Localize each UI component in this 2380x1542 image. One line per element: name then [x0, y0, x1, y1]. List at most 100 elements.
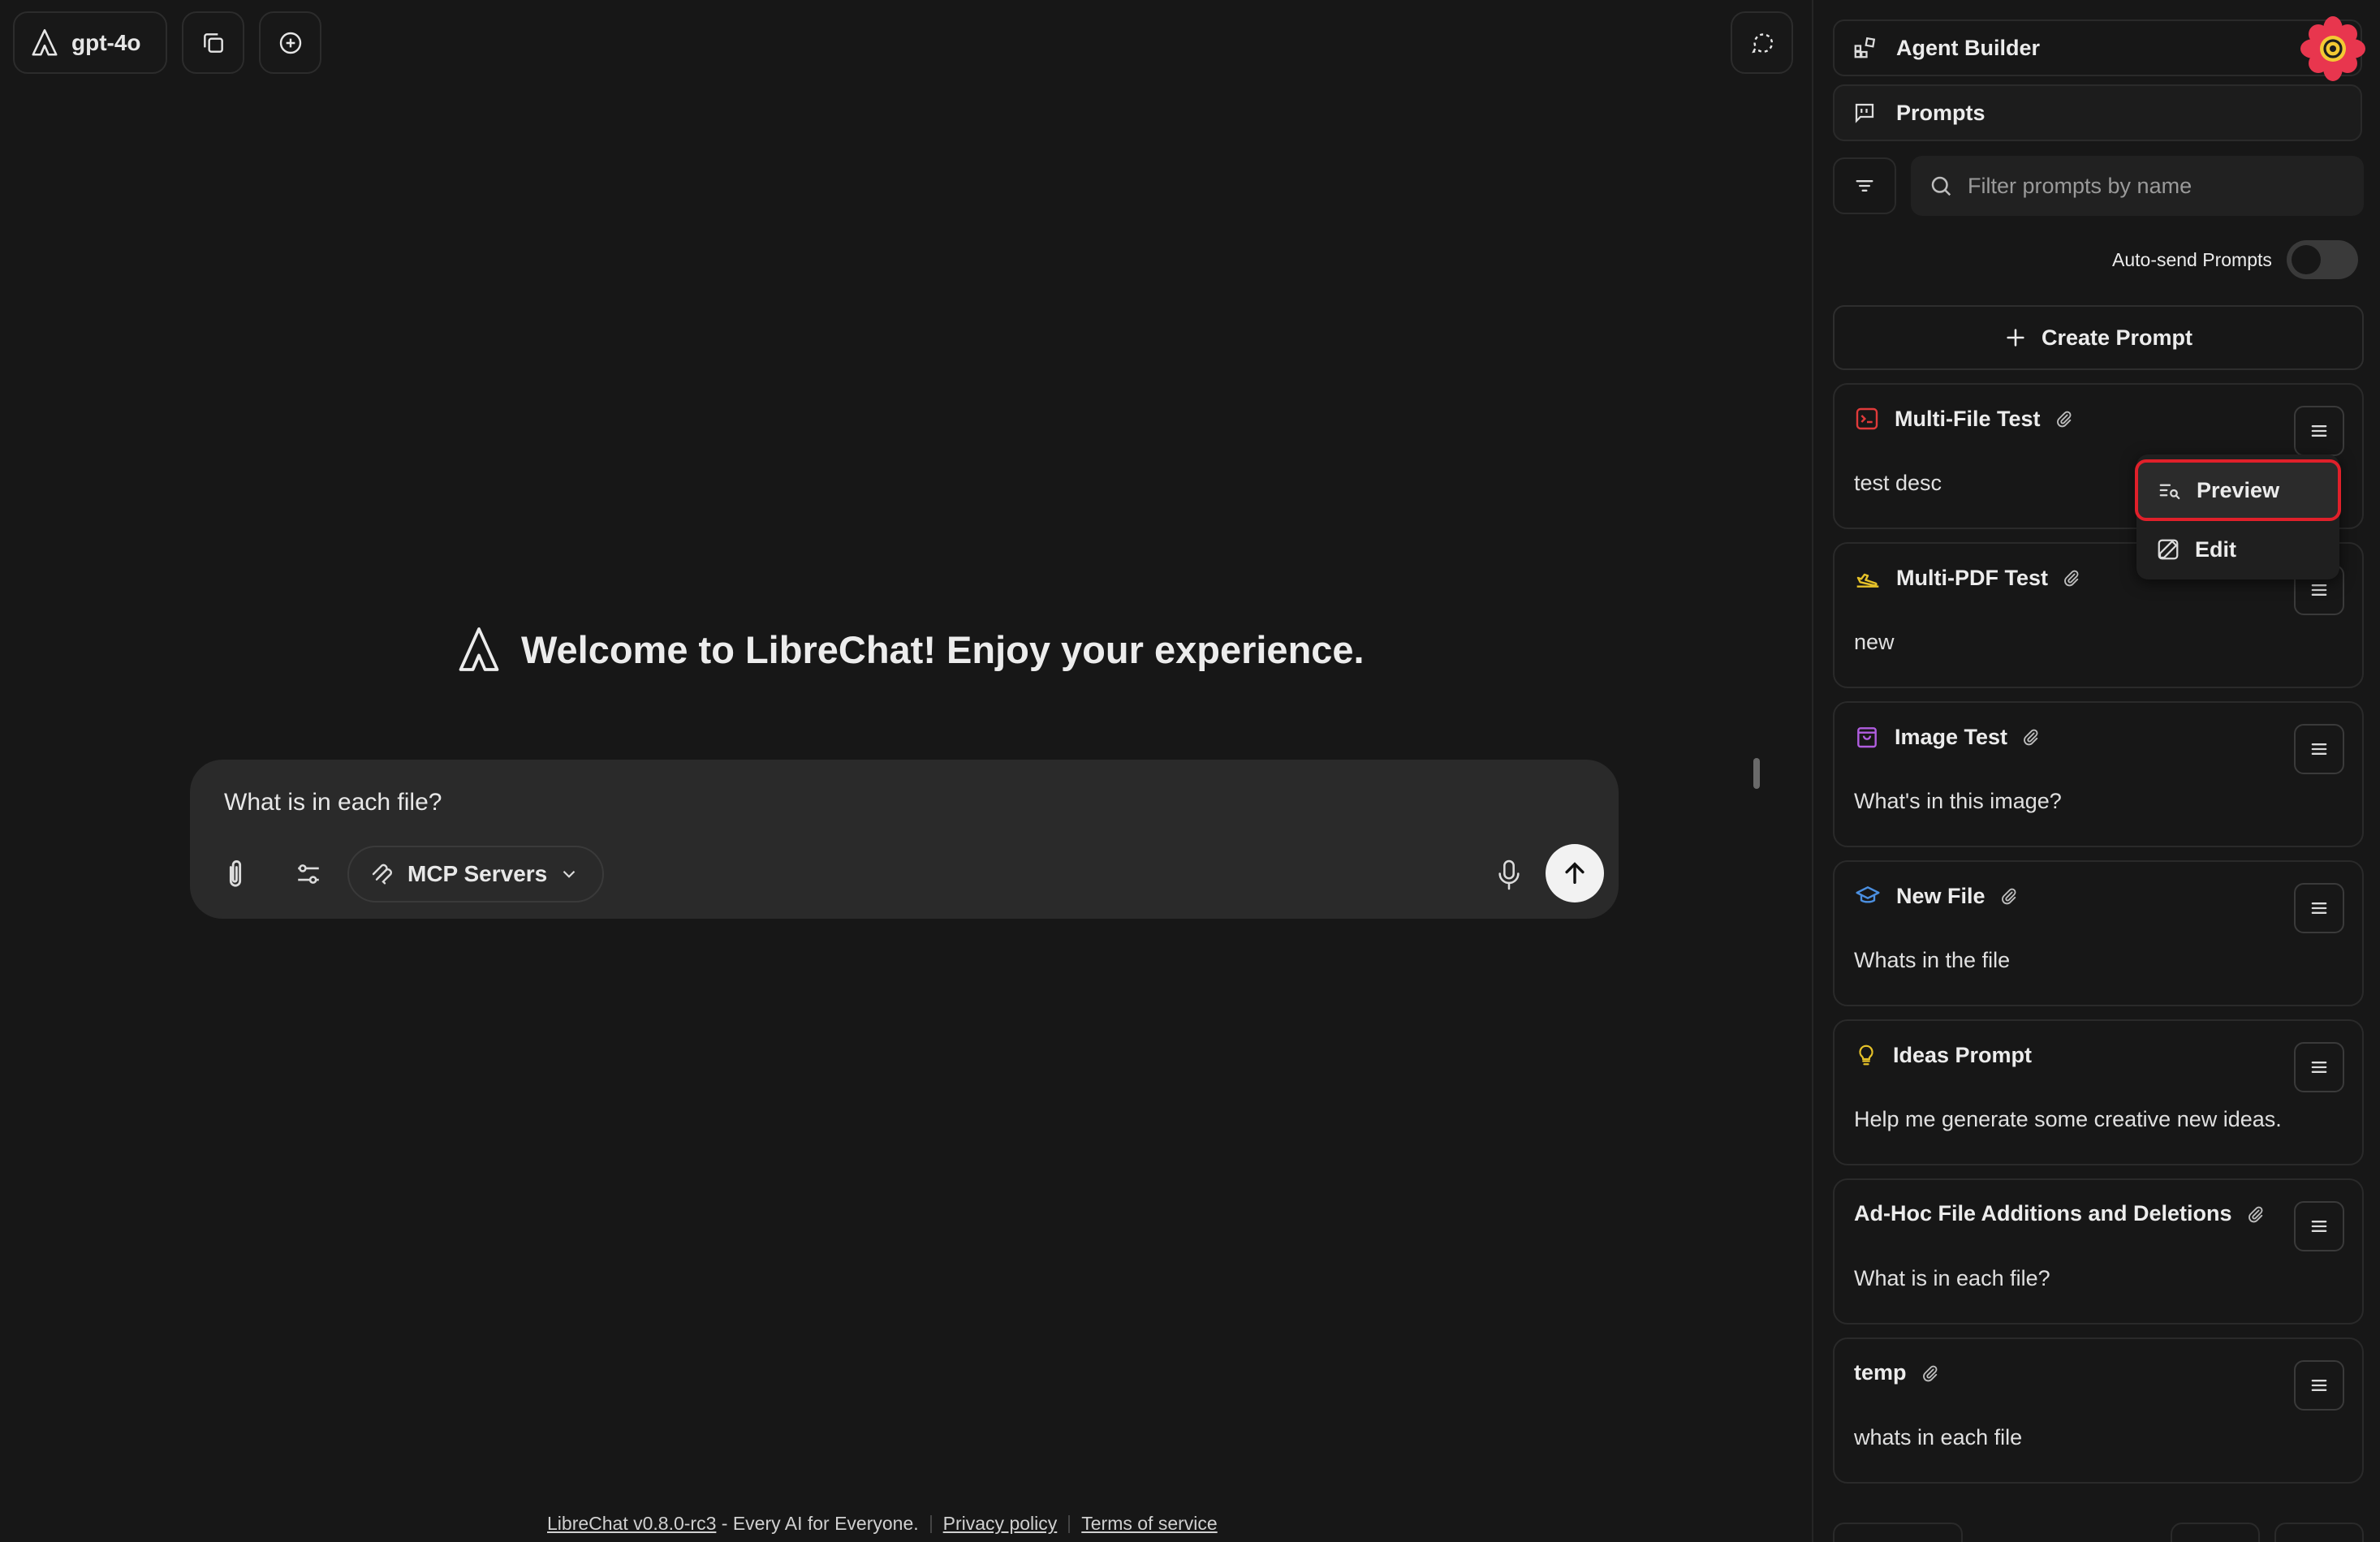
prompt-card[interactable]: Ad-Hoc File Additions and Deletions What …	[1833, 1178, 2364, 1324]
mcp-servers-dropdown[interactable]: MCP Servers	[347, 846, 604, 902]
side-panel: Agent Builder Prompts Auto-send Prompts …	[1812, 0, 2380, 1542]
nav-prompts[interactable]: Prompts	[1833, 84, 2362, 141]
edit-icon	[2156, 537, 2180, 562]
prompt-actions-menu: Preview Edit	[2135, 454, 2341, 579]
prompt-menu-button[interactable]	[2294, 724, 2344, 774]
temporary-chat-button[interactable]	[1731, 11, 1793, 74]
prompt-filter-input[interactable]	[1968, 173, 2341, 199]
top-bar: gpt-4o	[13, 11, 321, 74]
prompt-filter-field	[1911, 156, 2364, 216]
footer-divider	[1068, 1514, 1071, 1533]
copy-conversation-button[interactable]	[182, 11, 244, 74]
paperclip-icon	[2022, 727, 2040, 747]
prompt-menu-button[interactable]	[2294, 1360, 2344, 1411]
footer-divider	[929, 1514, 932, 1533]
user-avatar[interactable]	[2300, 16, 2365, 81]
attach-file-button[interactable]	[218, 854, 253, 894]
footer: LibreChat v0.8.0-rc3 - Every AI for Ever…	[547, 1513, 1218, 1535]
prompt-description: What's in this image?	[1854, 789, 2062, 813]
prompt-card-header: Ideas Prompt	[1854, 1042, 2032, 1068]
pagination-button[interactable]	[2274, 1523, 2364, 1542]
nav-agent-builder[interactable]: Agent Builder	[1833, 19, 2362, 76]
prompt-card-header: Image Test	[1854, 724, 2040, 750]
prompt-card[interactable]: Image Test What's in this image?	[1833, 701, 2364, 847]
prompt-menu-button[interactable]	[2294, 406, 2344, 456]
tools-button[interactable]	[289, 854, 328, 894]
hamburger-menu-icon	[2308, 1056, 2330, 1079]
microphone-icon	[1495, 858, 1523, 892]
prompt-name: Image Test	[1895, 724, 2008, 749]
prompt-name: Multi-PDF Test	[1896, 565, 2048, 590]
pagination-button[interactable]	[2171, 1523, 2260, 1542]
agent-builder-label: Agent Builder	[1896, 35, 2041, 60]
welcome-heading: Welcome to LibreChat! Enjoy your experie…	[455, 625, 1365, 674]
prompt-name: Multi-File Test	[1895, 406, 2041, 431]
prompt-menu-button[interactable]	[2294, 1201, 2344, 1251]
pagination-button[interactable]	[1833, 1523, 1963, 1542]
prompt-description: Whats in the file	[1854, 948, 2011, 972]
privacy-policy-link[interactable]: Privacy policy	[943, 1513, 1058, 1535]
filter-icon	[1853, 174, 1876, 197]
arrow-up-icon	[1561, 859, 1589, 887]
flower-avatar-icon	[2300, 16, 2365, 81]
hamburger-menu-icon	[2308, 1374, 2330, 1397]
paperclip-icon	[1921, 1363, 1939, 1383]
new-chat-button[interactable]	[259, 11, 321, 74]
voice-input-button[interactable]	[1489, 851, 1529, 899]
prompt-menu-button[interactable]	[2294, 883, 2344, 933]
terminal-icon	[1854, 406, 1880, 432]
paperclip-icon	[2063, 568, 2080, 588]
plus-circle-icon	[278, 30, 304, 56]
message-input[interactable]: What is in each file?	[224, 789, 442, 816]
toggle-knob	[2291, 245, 2321, 274]
prompt-card-header: temp	[1854, 1360, 1939, 1385]
copy-icon	[200, 30, 226, 56]
panel-resize-handle[interactable]	[1753, 758, 1760, 789]
prompt-card-header: Ad-Hoc File Additions and Deletions	[1854, 1201, 2265, 1226]
prompt-description: whats in each file	[1854, 1425, 2023, 1449]
paperclip-icon	[2000, 886, 2018, 906]
chat-main: gpt-4o Welcome to LibreChat! Enjoy your …	[0, 0, 1812, 1542]
model-selector-button[interactable]: gpt-4o	[13, 11, 167, 74]
mcp-icon	[370, 861, 396, 887]
librechat-logo-icon	[29, 28, 60, 58]
autosend-label: Auto-send Prompts	[2112, 248, 2272, 270]
prompt-card[interactable]: temp whats in each file	[1833, 1337, 2364, 1484]
prompt-menu-button[interactable]	[2294, 1042, 2344, 1092]
prompt-card-header: Multi-File Test	[1854, 406, 2073, 432]
prompt-card-header: New File	[1854, 883, 2018, 909]
dashed-chat-bubble-icon	[1749, 30, 1775, 56]
prompt-description: What is in each file?	[1854, 1266, 2050, 1290]
sliders-icon	[295, 860, 322, 888]
blocks-icon	[1852, 36, 1877, 60]
version-link[interactable]: LibreChat v0.8.0-rc3	[547, 1513, 716, 1534]
prompt-card[interactable]: Ideas Prompt Help me generate some creati…	[1833, 1019, 2364, 1165]
plus-icon	[2004, 326, 2027, 349]
prompt-card[interactable]: New File Whats in the file	[1833, 860, 2364, 1006]
librechat-logo-icon	[455, 625, 503, 674]
prompt-description: Help me generate some creative new ideas…	[1854, 1107, 2282, 1131]
message-square-icon	[1852, 101, 1877, 125]
paperclip-icon	[2247, 1204, 2265, 1224]
search-icon	[1929, 174, 1953, 198]
prompt-name: temp	[1854, 1360, 1907, 1385]
hamburger-menu-icon	[2308, 579, 2330, 601]
paperclip-icon	[2055, 409, 2073, 429]
shopping-bag-icon	[1854, 724, 1880, 750]
terms-of-service-link[interactable]: Terms of service	[1081, 1513, 1217, 1535]
paperclip-icon	[222, 858, 249, 890]
filter-button[interactable]	[1833, 157, 1896, 214]
create-prompt-button[interactable]: Create Prompt	[1833, 305, 2364, 370]
autosend-toggle[interactable]	[2286, 240, 2358, 279]
hamburger-menu-icon	[2308, 420, 2330, 442]
edit-menu-item[interactable]: Edit	[2136, 523, 2339, 576]
prompt-description: test desc	[1854, 471, 1942, 495]
preview-menu-item[interactable]: Preview	[2135, 459, 2341, 521]
create-prompt-label: Create Prompt	[2041, 325, 2193, 350]
welcome-text: Welcome to LibreChat! Enjoy your experie…	[521, 627, 1365, 671]
graduation-cap-icon	[1854, 883, 1882, 909]
mcp-label: MCP Servers	[407, 861, 548, 886]
preview-icon	[2158, 478, 2182, 502]
preview-label: Preview	[2197, 477, 2280, 502]
send-button[interactable]	[1546, 844, 1604, 902]
